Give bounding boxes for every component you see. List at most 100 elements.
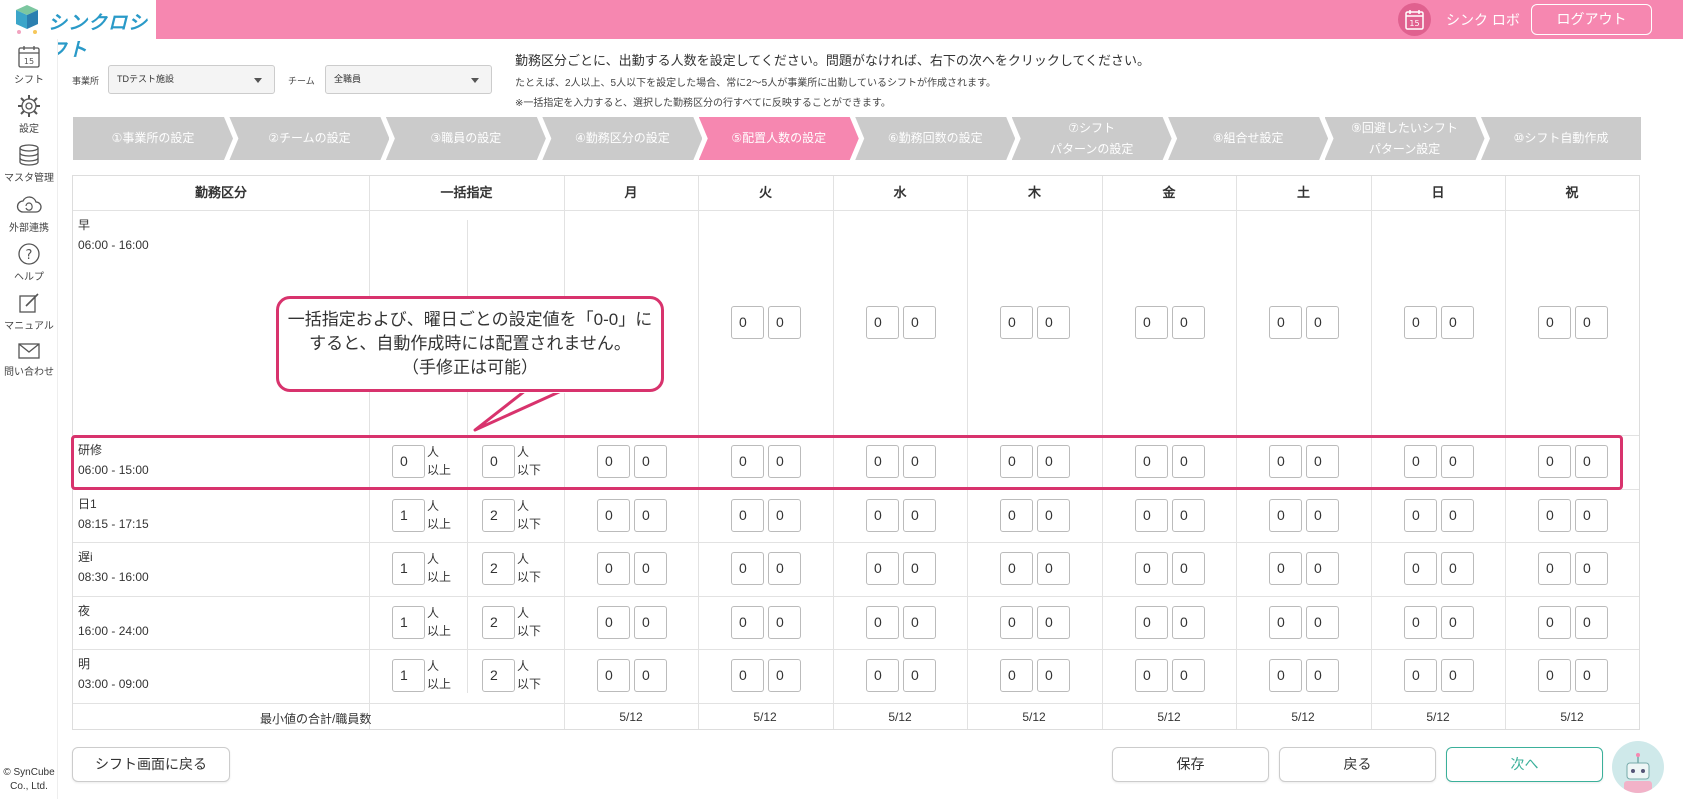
next-button[interactable]: 次へ [1446,747,1603,782]
day-min-input[interactable]: 0 [1269,552,1302,585]
day-min-input[interactable]: 0 [1404,606,1437,639]
day-max-input[interactable]: 0 [634,659,667,692]
step-10[interactable]: ⑩シフト自動作成 [1481,117,1641,160]
day-max-input[interactable]: 0 [1037,552,1070,585]
day-min-input[interactable]: 0 [1404,306,1437,339]
step-6[interactable]: ⑥勤務回数の設定 [855,117,1015,160]
sidebar-item-master[interactable]: マスタ管理 [0,143,58,184]
bulk-max-input[interactable]: 2 [482,659,515,692]
day-min-input[interactable]: 0 [731,306,764,339]
day-max-input[interactable]: 0 [1172,499,1205,532]
office-select[interactable]: TDテスト施設 [108,65,275,94]
day-min-input[interactable]: 0 [1404,552,1437,585]
day-min-input[interactable]: 0 [1135,499,1168,532]
day-max-input[interactable]: 0 [1306,499,1339,532]
day-max-input[interactable]: 0 [903,606,936,639]
day-max-input[interactable]: 0 [1575,306,1608,339]
save-button[interactable]: 保存 [1112,747,1269,782]
day-max-input[interactable]: 0 [1441,606,1474,639]
day-max-input[interactable]: 0 [634,499,667,532]
day-min-input[interactable]: 0 [731,659,764,692]
day-min-input[interactable]: 0 [1269,659,1302,692]
day-min-input[interactable]: 0 [1135,659,1168,692]
day-max-input[interactable]: 0 [1575,552,1608,585]
bulk-max-input[interactable]: 2 [482,552,515,585]
day-max-input[interactable]: 0 [1575,499,1608,532]
back-button[interactable]: 戻る [1279,747,1436,782]
day-min-input[interactable]: 0 [866,499,899,532]
day-max-input[interactable]: 0 [768,659,801,692]
step-7[interactable]: ⑦シフト パターンの設定 [1012,117,1172,160]
step-3[interactable]: ③職員の設定 [386,117,546,160]
day-max-input[interactable]: 0 [1441,659,1474,692]
day-max-input[interactable]: 0 [1037,306,1070,339]
bulk-min-input[interactable]: 1 [392,499,425,532]
day-min-input[interactable]: 0 [1538,499,1571,532]
day-min-input[interactable]: 0 [731,499,764,532]
logout-button[interactable]: ログアウト [1531,4,1652,35]
sidebar-item-contact[interactable]: 問い合わせ [0,341,58,378]
day-max-input[interactable]: 0 [634,606,667,639]
header-calendar-button[interactable]: 15 [1398,3,1431,36]
day-max-input[interactable]: 0 [1575,606,1608,639]
logo[interactable]: シンクロシフト [0,0,156,61]
day-max-input[interactable]: 0 [768,306,801,339]
team-select[interactable]: 全職員 [325,65,492,94]
step-5[interactable]: ⑤配置人数の設定 [699,117,859,160]
sidebar-item-integration[interactable]: 外部連携 [0,193,58,234]
day-max-input[interactable]: 0 [634,552,667,585]
bulk-min-input[interactable]: 1 [392,606,425,639]
day-min-input[interactable]: 0 [1538,306,1571,339]
day-min-input[interactable]: 0 [1135,306,1168,339]
day-max-input[interactable]: 0 [1172,606,1205,639]
day-min-input[interactable]: 0 [1538,606,1571,639]
day-max-input[interactable]: 0 [1441,499,1474,532]
day-max-input[interactable]: 0 [903,659,936,692]
day-max-input[interactable]: 0 [1172,659,1205,692]
day-max-input[interactable]: 0 [1172,552,1205,585]
day-max-input[interactable]: 0 [768,499,801,532]
day-min-input[interactable]: 0 [597,659,630,692]
day-max-input[interactable]: 0 [1172,306,1205,339]
step-8[interactable]: ⑧組合せ設定 [1168,117,1328,160]
sidebar-item-manual[interactable]: マニュアル [0,291,58,332]
bulk-min-input[interactable]: 1 [392,659,425,692]
day-min-input[interactable]: 0 [731,552,764,585]
day-min-input[interactable]: 0 [597,606,630,639]
day-min-input[interactable]: 0 [866,659,899,692]
day-min-input[interactable]: 0 [1404,659,1437,692]
day-min-input[interactable]: 0 [866,306,899,339]
day-min-input[interactable]: 0 [866,606,899,639]
day-min-input[interactable]: 0 [597,552,630,585]
day-min-input[interactable]: 0 [1135,606,1168,639]
bulk-max-input[interactable]: 2 [482,499,515,532]
bulk-max-input[interactable]: 2 [482,606,515,639]
day-min-input[interactable]: 0 [731,606,764,639]
day-max-input[interactable]: 0 [1037,659,1070,692]
day-max-input[interactable]: 0 [903,499,936,532]
day-max-input[interactable]: 0 [1306,552,1339,585]
bulk-min-input[interactable]: 1 [392,552,425,585]
day-max-input[interactable]: 0 [768,552,801,585]
day-min-input[interactable]: 0 [1269,606,1302,639]
day-max-input[interactable]: 0 [1037,499,1070,532]
day-min-input[interactable]: 0 [1538,659,1571,692]
day-min-input[interactable]: 0 [1000,606,1033,639]
day-min-input[interactable]: 0 [866,552,899,585]
back-to-shift-button[interactable]: シフト画面に戻る [72,747,230,782]
day-max-input[interactable]: 0 [1441,552,1474,585]
day-min-input[interactable]: 0 [1000,306,1033,339]
day-max-input[interactable]: 0 [903,552,936,585]
day-max-input[interactable]: 0 [1575,659,1608,692]
day-min-input[interactable]: 0 [1538,552,1571,585]
step-2[interactable]: ②チームの設定 [229,117,389,160]
user-name[interactable]: シンク ロボ [1446,10,1520,30]
day-min-input[interactable]: 0 [1269,499,1302,532]
assistant-robot-icon[interactable] [1612,741,1664,793]
day-min-input[interactable]: 0 [1135,552,1168,585]
day-max-input[interactable]: 0 [1306,659,1339,692]
day-max-input[interactable]: 0 [768,606,801,639]
day-min-input[interactable]: 0 [1000,499,1033,532]
day-max-input[interactable]: 0 [1306,606,1339,639]
day-max-input[interactable]: 0 [1441,306,1474,339]
